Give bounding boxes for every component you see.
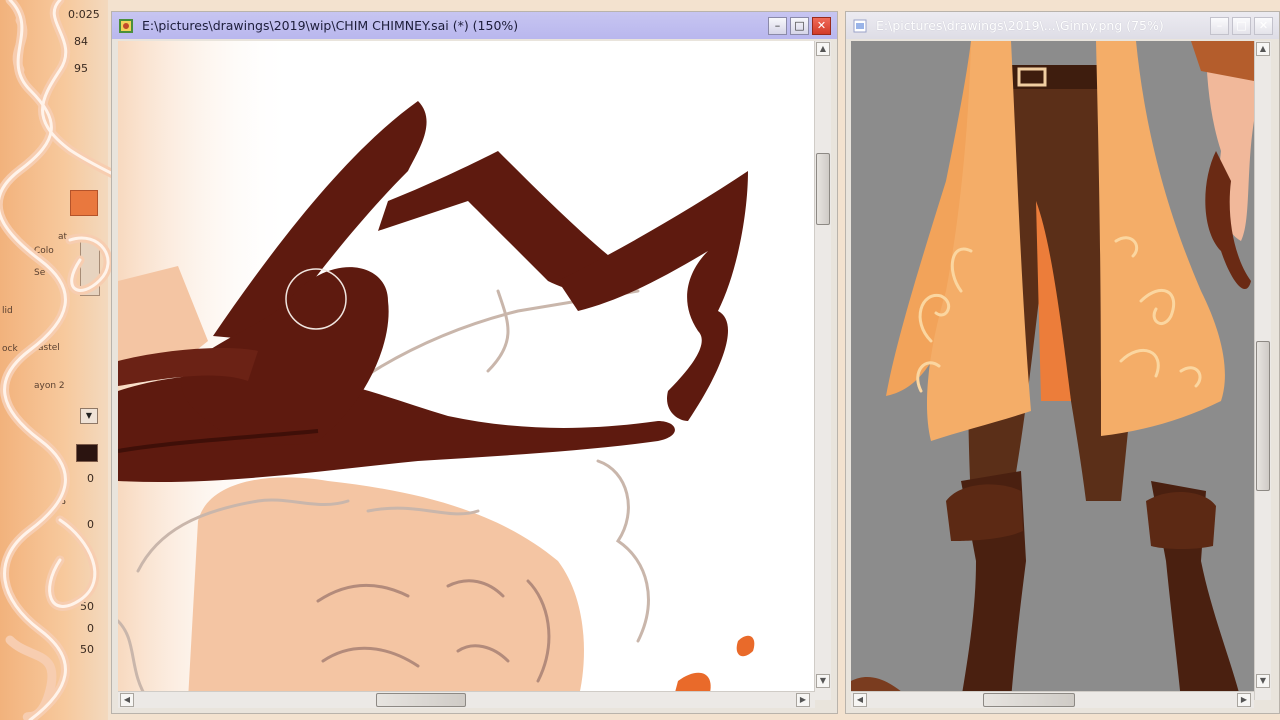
maximize-button[interactable]: □ (1232, 16, 1251, 35)
vertical-scroll-thumb[interactable] (816, 153, 830, 225)
scroll-right-arrow[interactable]: ▶ (1237, 693, 1251, 707)
tool-panel: 0:025 84 95 at Colo Se lid ock astel ayo… (0, 0, 108, 720)
window-titlebar[interactable]: E:\pictures\drawings\2019\...\Ginny.png … (846, 12, 1279, 39)
param-value-3: 50 (80, 600, 94, 613)
scroll-up-arrow[interactable]: ▲ (1256, 42, 1270, 56)
close-button[interactable]: ✕ (1254, 16, 1273, 35)
main-color-chip[interactable] (76, 444, 98, 462)
canvas-window-chim-chimney[interactable]: E:\pictures\drawings\2019\wip\CHIM CHIMN… (111, 11, 838, 714)
panel-readout-2: 84 (74, 35, 88, 48)
vertical-scrollbar[interactable]: ▲ ▼ (814, 41, 831, 700)
vertical-scrollbar[interactable]: ▲ ▼ (1254, 41, 1271, 700)
reference-canvas[interactable] (851, 41, 1254, 700)
minimize-button[interactable]: – (1210, 16, 1229, 35)
window-title: E:\pictures\drawings\2019\wip\CHIM CHIMN… (142, 18, 519, 33)
scroll-right-arrow[interactable]: ▶ (796, 693, 810, 707)
drawing-canvas[interactable] (118, 41, 818, 700)
horizontal-scrollbar[interactable]: ◀ ▶ (118, 691, 815, 708)
panel-scrollbar[interactable] (80, 240, 100, 296)
window-titlebar[interactable]: E:\pictures\drawings\2019\wip\CHIM CHIMN… (112, 12, 837, 39)
param-value-2: 0 (87, 518, 94, 531)
brush-label-2: Colo (34, 246, 54, 256)
scroll-up-arrow[interactable]: ▲ (816, 42, 830, 56)
horizontal-scrollbar[interactable]: ◀ ▶ (851, 691, 1254, 708)
brush-label-7: ayon 2 (34, 381, 65, 391)
param-value-4: 0 (87, 622, 94, 635)
horizontal-scroll-thumb[interactable] (983, 693, 1075, 707)
minimize-button[interactable]: – (768, 16, 787, 35)
scroll-down-arrow[interactable]: ▼ (816, 674, 830, 688)
scroll-left-arrow[interactable]: ◀ (853, 693, 867, 707)
percent-label: % (55, 494, 66, 507)
scroll-left-arrow[interactable]: ◀ (120, 693, 134, 707)
brush-label-3: Se (34, 268, 46, 278)
window-title: E:\pictures\drawings\2019\...\Ginny.png … (876, 18, 1164, 33)
brush-label-6: astel (38, 343, 60, 353)
maximize-button[interactable]: □ (790, 16, 809, 35)
panel-scroll-down[interactable]: ▼ (80, 408, 98, 424)
paint-document-icon (119, 18, 133, 33)
panel-readout-3: 95 (74, 62, 88, 75)
horizontal-scroll-thumb[interactable] (376, 693, 466, 707)
panel-readout-1: 0:025 (68, 8, 100, 21)
param-value-5: 50 (80, 643, 94, 656)
brush-label-4: lid (2, 306, 13, 316)
brush-label-5: ock (2, 344, 18, 354)
vertical-scroll-thumb[interactable] (1256, 341, 1270, 491)
param-value-1: 0 (87, 472, 94, 485)
artwork-ginny (851, 41, 1254, 700)
close-button[interactable]: ✕ (812, 16, 831, 35)
brush-label-1: at (58, 232, 68, 242)
canvas-window-ginny[interactable]: E:\pictures\drawings\2019\...\Ginny.png … (845, 11, 1280, 714)
image-document-icon (853, 19, 867, 32)
color-swatch[interactable] (70, 190, 98, 216)
scroll-down-arrow[interactable]: ▼ (1256, 674, 1270, 688)
artwork-chim-chimney (118, 41, 818, 700)
